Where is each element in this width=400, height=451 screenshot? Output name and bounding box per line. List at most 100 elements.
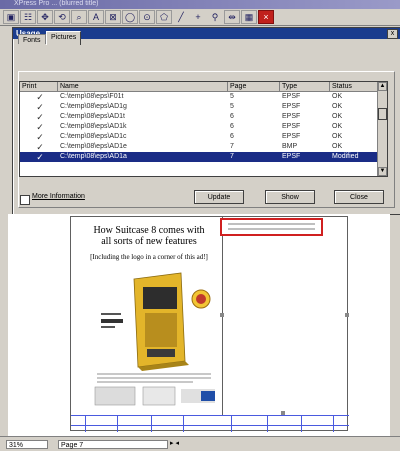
list-item[interactable]: ✓ C:\temp\08\eps\AD1t 6 EPSF OK — [20, 112, 387, 122]
document-spread[interactable]: How Suitcase 8 comes with all sorts of n… — [70, 216, 349, 432]
picture-name: C:\temp\08\eps\AD1c — [60, 133, 127, 140]
list-item[interactable]: ✓ C:\temp\08\eps\AD1c 6 EPSF OK — [20, 132, 387, 142]
linking-icon[interactable]: ⚲ — [207, 10, 223, 24]
picture-type: BMP — [282, 143, 298, 150]
close-button[interactable]: Close — [334, 190, 384, 204]
more-information-checkbox[interactable] — [20, 195, 30, 205]
picture-type: EPSF — [282, 93, 301, 100]
picture-name: C:\temp\08\eps\AD1k — [60, 123, 127, 130]
list-item-selected[interactable]: ✓ C:\temp\08\eps\AD1a 7 EPSF Modified — [20, 152, 387, 162]
picture-status: OK — [332, 93, 343, 100]
zoom-field[interactable]: 31% — [6, 440, 48, 449]
guide-line — [301, 415, 302, 432]
guide-line — [85, 415, 86, 432]
polygon-icon[interactable]: ⬠ — [156, 10, 172, 24]
oval-icon[interactable]: ◯ — [122, 10, 138, 24]
picture-name: C:\temp\08\eps\AD1t — [60, 113, 125, 120]
guide-line — [333, 415, 334, 432]
update-button[interactable]: Update — [194, 190, 244, 204]
list-scrollbar[interactable]: ▲ ▼ — [377, 82, 387, 176]
picture-type: EPSF — [282, 103, 301, 110]
award-badge-icon — [191, 289, 211, 309]
ad-artwork[interactable] — [89, 269, 219, 409]
tab-fonts[interactable]: Fonts — [18, 34, 46, 44]
box-handle[interactable] — [345, 313, 349, 317]
print-checkmark[interactable]: ✓ — [20, 92, 58, 102]
scroll-thumb[interactable] — [378, 108, 387, 120]
ad-subline[interactable]: [Including the logo in a corner of this … — [89, 253, 209, 262]
print-checkmark[interactable]: ✓ — [20, 142, 58, 152]
item-tool-icon[interactable]: ▣ — [3, 10, 19, 24]
scroll-down-icon[interactable]: ▼ — [378, 167, 387, 176]
product-box-image — [133, 272, 189, 371]
column-print[interactable]: Print — [20, 82, 58, 91]
picture-status: OK — [332, 133, 343, 140]
print-checkmark[interactable]: ✓ — [20, 102, 58, 112]
table-icon[interactable]: ▦ — [241, 10, 257, 24]
picture-type: EPSF — [282, 113, 301, 120]
text-box-icon[interactable]: A — [88, 10, 104, 24]
more-information-label[interactable]: More Information — [32, 193, 85, 200]
picture-page: 6 — [230, 133, 234, 140]
text-line — [228, 228, 315, 230]
picture-status: OK — [332, 113, 343, 120]
scroll-up-icon[interactable]: ▲ — [378, 82, 387, 91]
print-checkmark[interactable]: ✓ — [20, 152, 58, 162]
body-copy-lines — [97, 373, 211, 383]
line-icon[interactable]: ╱ — [173, 10, 189, 24]
picture-name: C:\temp\08\eps\AD1g — [60, 103, 127, 110]
text-line — [228, 223, 315, 225]
column-status[interactable]: Status — [330, 82, 379, 91]
guide-line — [151, 415, 152, 432]
picture-type: EPSF — [282, 133, 301, 140]
list-item[interactable]: ✓ C:\temp\08\eps\AD1g 5 EPSF OK — [20, 102, 387, 112]
list-item[interactable]: ✓ C:\temp\08\eps\F01t 5 EPSF OK — [20, 92, 387, 102]
content-tool-icon[interactable]: ☷ — [20, 10, 36, 24]
picture-page: 7 — [230, 143, 234, 150]
list-item[interactable]: ✓ C:\temp\08\eps\AD1e 7 BMP OK — [20, 142, 387, 152]
column-page[interactable]: Page — [228, 82, 280, 91]
rotate-icon[interactable]: ⟲ — [54, 10, 70, 24]
print-checkmark[interactable]: ✓ — [20, 112, 58, 122]
picture-page: 5 — [230, 93, 234, 100]
column-name[interactable]: Name — [58, 82, 228, 91]
guide-line — [71, 425, 349, 426]
orthogonal-line-icon[interactable]: + — [190, 10, 206, 24]
picture-box-icon[interactable]: ⊠ — [105, 10, 121, 24]
ad-headline[interactable]: How Suitcase 8 comes with all sorts of n… — [89, 225, 209, 247]
picture-page: 7 — [230, 153, 234, 160]
picture-status: OK — [332, 143, 343, 150]
print-checkmark[interactable]: ✓ — [20, 132, 58, 142]
close-icon[interactable]: × — [258, 10, 274, 24]
picture-name: C:\temp\08\eps\F01t — [60, 93, 124, 100]
move-icon[interactable]: ✥ — [37, 10, 53, 24]
guide-line — [231, 415, 232, 432]
selected-text-box[interactable] — [220, 218, 323, 236]
column-type[interactable]: Type — [280, 82, 330, 91]
picture-status: OK — [332, 103, 343, 110]
list-header: Print Name Page Type Status — [20, 82, 387, 92]
page-field[interactable]: Page 7 — [58, 440, 168, 449]
screenshot-thumbnails — [94, 386, 215, 406]
unlinking-icon[interactable]: ⇹ — [224, 10, 240, 24]
box-handle[interactable] — [281, 411, 285, 415]
tab-pictures[interactable]: Pictures — [46, 31, 82, 45]
picture-page: 6 — [230, 123, 234, 130]
picture-page: 6 — [230, 113, 234, 120]
dialog-close-button[interactable]: x — [387, 29, 398, 39]
zoom-icon[interactable]: ⌕ — [71, 10, 87, 24]
show-button[interactable]: Show — [265, 190, 315, 204]
document-canvas[interactable]: How Suitcase 8 comes with all sorts of n… — [8, 214, 390, 436]
picture-type: EPSF — [282, 153, 301, 160]
app-title: XPress Pro ... (blurred title) — [14, 0, 99, 7]
print-checkmark[interactable]: ✓ — [20, 122, 58, 132]
list-item[interactable]: ✓ C:\temp\08\eps\AD1k 6 EPSF OK — [20, 122, 387, 132]
guide-line — [183, 415, 184, 432]
box-handle[interactable] — [220, 313, 224, 317]
guide-line — [71, 415, 349, 416]
guide-line — [117, 415, 118, 432]
page-nav-arrows-icon[interactable]: ▸ ◂ — [170, 439, 190, 449]
circle-icon[interactable]: ⊙ — [139, 10, 155, 24]
picture-status: Modified — [332, 153, 359, 160]
pictures-list[interactable]: Print Name Page Type Status ✓ C:\temp\08… — [19, 81, 388, 177]
